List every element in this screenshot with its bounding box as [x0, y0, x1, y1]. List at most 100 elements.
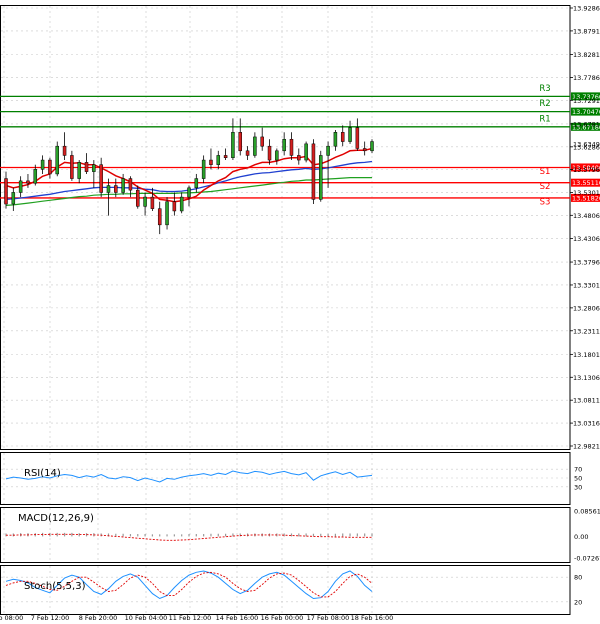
candle-up [231, 132, 235, 158]
price-tick-label: 13.92860 [573, 5, 600, 13]
candle-down [245, 150, 250, 156]
level-name-s2: S2 [540, 182, 551, 192]
rsi-tick-label: 30 [574, 483, 582, 491]
candle-down [340, 132, 345, 142]
level-price-label: 13.70470 [572, 108, 600, 116]
price-tick-label: 13.33010 [573, 281, 600, 289]
stoch-label: Stoch(5,5,3) [24, 581, 86, 592]
price-tick-label: 13.43060 [573, 235, 600, 243]
price-tick-label: 13.23110 [573, 327, 600, 335]
level-name-r1: R1 [539, 114, 550, 124]
candle-up [106, 185, 111, 193]
rsi-tick-label: 50 [574, 475, 582, 483]
candle-up [348, 127, 352, 142]
candle-down [84, 162, 89, 172]
candle-down [260, 136, 264, 147]
candle-up [165, 201, 169, 226]
date-label: 18 Feb 16:00 [351, 614, 394, 622]
candle-down [362, 148, 367, 152]
candle-down [114, 185, 118, 193]
macd-tick-label: 0.085619 [574, 508, 600, 516]
candle-down [26, 180, 30, 184]
stoch-tick-label: 80 [574, 574, 582, 582]
candle-up [77, 162, 81, 179]
candle-up [370, 141, 374, 152]
candle-down [289, 138, 294, 156]
candle-up [282, 138, 286, 152]
level-name-r2: R2 [539, 99, 550, 109]
price-tick-label: 13.37960 [573, 259, 600, 267]
candle-down [4, 178, 8, 205]
price-tick-label: 13.13060 [573, 374, 600, 382]
candle-down [355, 127, 360, 149]
candle-up [333, 132, 338, 147]
date-label: 10 Feb 04:00 [125, 614, 168, 622]
candle-down [157, 208, 162, 226]
price-tick-label: 13.53010 [573, 189, 600, 197]
candle-down [150, 196, 155, 209]
price-axis: 13.92860 13.87910 13.82810 13.77860 13.72910… [570, 5, 600, 451]
candle-up [92, 164, 96, 172]
price-tick-label: 13.87910 [573, 27, 600, 35]
candle-up [201, 159, 206, 179]
macd-tick-label: 0.00 [574, 533, 588, 541]
candle-up [194, 178, 199, 189]
candle-up [326, 145, 330, 156]
level-name-s1: S1 [540, 167, 551, 177]
panel-frame [0, 5, 571, 450]
candle-down [136, 189, 140, 207]
candle-up [319, 155, 323, 200]
macd-label: MACD(12,26,9) [18, 513, 94, 524]
date-label: 16 Feb 00:00 [261, 614, 304, 622]
candle-up [143, 196, 147, 207]
stoch-tick-label: 20 [574, 598, 582, 606]
candle-up [304, 143, 308, 161]
date-axis: 6 Feb 08:00 7 Feb 12:00 8 Feb 20:00 10 Feb … [0, 614, 393, 622]
date-label: 6 Feb 08:00 [0, 614, 23, 622]
price-tick-label: 13.28060 [573, 304, 600, 312]
price-tick-label: 13.03160 [573, 420, 600, 428]
rsi-tick-label: 70 [574, 466, 582, 474]
price-tick-label: 13.82810 [573, 51, 600, 59]
candle-up [253, 136, 257, 156]
candle-up [55, 145, 59, 175]
candle-down [267, 145, 272, 161]
candle-down [99, 164, 103, 193]
price-tick-label: 13.48060 [573, 212, 600, 220]
candle-down [128, 178, 133, 191]
date-label: 7 Feb 12:00 [31, 614, 70, 622]
date-label: 11 Feb 12:00 [169, 614, 212, 622]
rsi-label: RSI(14) [24, 468, 61, 479]
date-label: 17 Feb 08:00 [307, 614, 350, 622]
date-label: 14 Feb 16:00 [216, 614, 259, 622]
price-chart[interactable]: R313.73760R213.70470R113.67180S1 13.58400… [0, 0, 600, 624]
candle-down [297, 155, 301, 161]
level-name-r3: R3 [539, 84, 550, 94]
candle-up [40, 159, 45, 170]
price-tick-label: 13.57960 [573, 166, 600, 174]
panel-frame [0, 565, 571, 615]
candle-down [238, 132, 242, 152]
candle-up [187, 187, 191, 198]
price-tick-label: 13.77860 [573, 74, 600, 82]
candle-down [62, 145, 67, 156]
candle-down [223, 155, 228, 158]
price-tick-label: 13.72910 [573, 97, 600, 105]
candle-down [48, 159, 52, 175]
price-tick-label: 13.67810 [573, 120, 600, 128]
candle-up [216, 155, 221, 165]
candle-up [11, 192, 16, 205]
panel-frame [0, 452, 571, 505]
date-label: 8 Feb 20:00 [79, 614, 118, 622]
candle-down [311, 143, 316, 200]
candle-down [172, 201, 177, 212]
candle-up [33, 169, 38, 184]
candle-down [70, 155, 74, 179]
level-price-label: 13.55110 [572, 179, 600, 187]
current-price-label: 13.63490 [573, 140, 600, 148]
macd-tick-label: -0.07267 [574, 555, 600, 563]
candle-up [179, 196, 184, 212]
level-name-s3: S3 [540, 197, 551, 207]
price-tick-label: 13.18010 [573, 351, 600, 359]
price-tick-label: 13.08110 [573, 397, 600, 405]
